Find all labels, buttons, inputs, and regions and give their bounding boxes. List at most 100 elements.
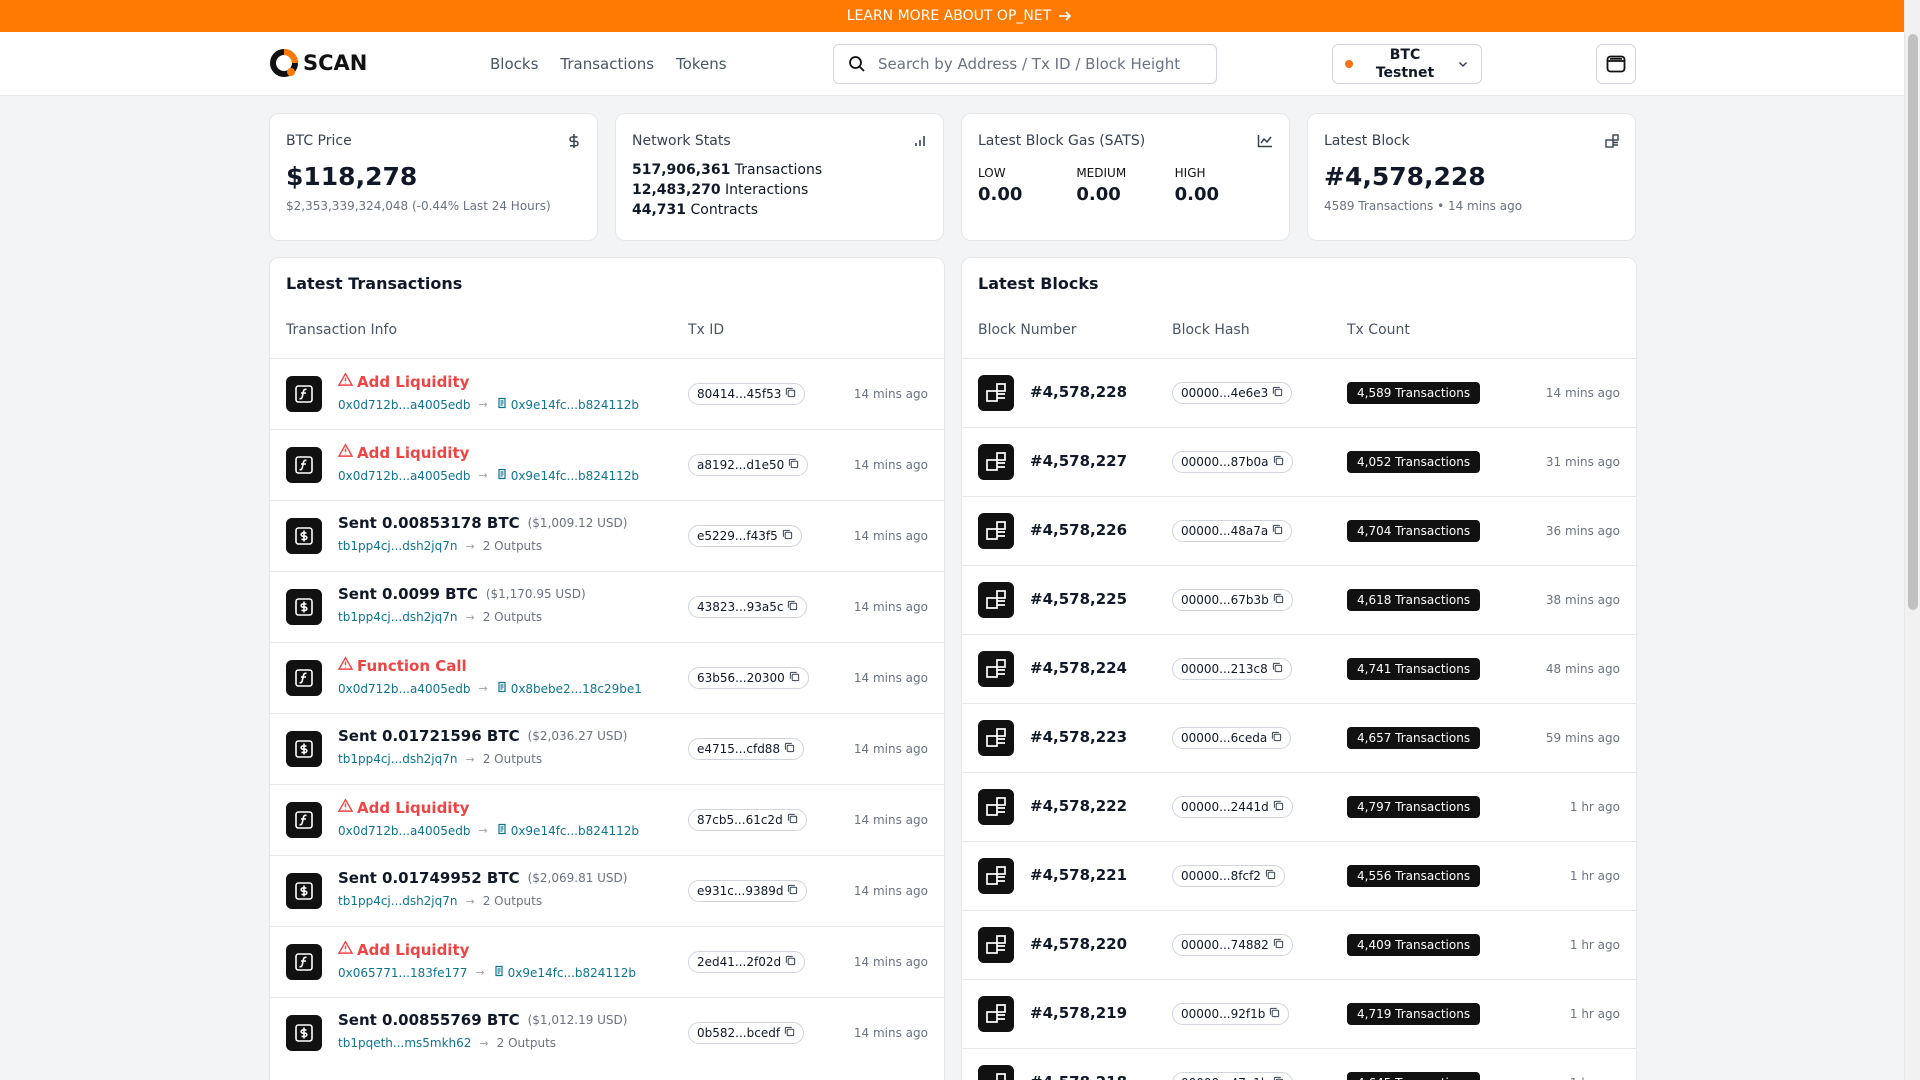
tx-from-address[interactable]: tb1pp4cj...dsh2jq7n: [338, 894, 458, 908]
logo[interactable]: SCAN: [269, 48, 367, 78]
tx-count-badge[interactable]: 4,556 Transactions: [1347, 865, 1481, 887]
block-hash-pill[interactable]: 00000...213c8: [1172, 658, 1292, 680]
tx-to-address[interactable]: 0x9e14fc...b824112b: [511, 398, 639, 412]
tx-title[interactable]: Add Liquidity: [337, 443, 469, 462]
copy-icon[interactable]: [1272, 386, 1283, 400]
tx-title-text[interactable]: Add Liquidity: [357, 799, 469, 817]
block-hash-pill[interactable]: 00000...92f1b: [1172, 1003, 1290, 1025]
tx-id-pill[interactable]: e4715...cfd88: [688, 738, 805, 760]
table-row[interactable]: #4,578,222 00000...2441d 4,797 Transaction…: [962, 772, 1636, 841]
copy-icon[interactable]: [784, 742, 795, 756]
table-row[interactable]: Add Liquidity 0x0d712b...a4005edb → 0x9e14f…: [270, 784, 944, 855]
tx-id[interactable]: 43823...93a5c: [697, 600, 783, 614]
block-number-link[interactable]: #4,578,220: [1030, 935, 1127, 953]
copy-icon[interactable]: [1273, 800, 1284, 814]
tx-title[interactable]: Sent 0.01749952 BTC ($2,069.81 USD): [338, 869, 627, 887]
copy-icon[interactable]: [1265, 869, 1276, 883]
tx-contract-link[interactable]: 0x9e14fc...b824112b: [496, 468, 639, 483]
promo-banner[interactable]: LEARN MORE ABOUT OP_NET: [0, 0, 1920, 32]
block-number-link[interactable]: #4,578,218: [1030, 1073, 1127, 1080]
table-row[interactable]: #4,578,219 00000...92f1b 4,719 Transaction…: [962, 979, 1636, 1048]
tx-title[interactable]: Sent 0.01721596 BTC ($2,036.27 USD): [338, 727, 627, 745]
tx-id[interactable]: a8192...d1e50: [697, 458, 784, 472]
tx-title[interactable]: Sent 0.0099 BTC ($1,170.95 USD): [338, 585, 586, 603]
table-row[interactable]: #4,578,223 00000...6ceda 4,657 Transaction…: [962, 703, 1636, 772]
wallet-button[interactable]: [1596, 44, 1636, 84]
tx-count-badge[interactable]: 4,645 Transactions: [1347, 1072, 1481, 1080]
copy-icon[interactable]: [1272, 662, 1283, 676]
block-number-link[interactable]: #4,578,222: [1030, 797, 1127, 815]
table-row[interactable]: Sent 0.00853178 BTC ($1,009.12 USD) tb1pp4…: [270, 500, 944, 571]
tx-title[interactable]: Function Call: [337, 656, 467, 675]
tx-title-text[interactable]: Sent 0.00855769 BTC: [338, 1011, 520, 1029]
tx-title-text[interactable]: Sent 0.01721596 BTC: [338, 727, 520, 745]
tx-title-text[interactable]: Add Liquidity: [357, 941, 469, 959]
tx-title[interactable]: Add Liquidity: [337, 372, 469, 391]
tx-count-badge[interactable]: 4,797 Transactions: [1347, 796, 1481, 818]
tx-from-address[interactable]: 0x0d712b...a4005edb: [338, 469, 470, 483]
tx-title[interactable]: Sent 0.00855769 BTC ($1,012.19 USD): [338, 1011, 627, 1029]
block-hash-pill[interactable]: 00000...6ceda: [1172, 727, 1292, 749]
tx-contract-link[interactable]: 0x9e14fc...b824112b: [496, 397, 639, 412]
promo-banner-text[interactable]: LEARN MORE ABOUT OP_NET: [847, 8, 1052, 24]
tx-title-text[interactable]: Sent 0.00853178 BTC: [338, 514, 520, 532]
tx-from-address[interactable]: 0x0d712b...a4005edb: [338, 398, 470, 412]
block-hash[interactable]: 00000...8fcf2: [1181, 869, 1261, 883]
tx-id-pill[interactable]: a8192...d1e50: [688, 454, 809, 476]
copy-icon[interactable]: [782, 529, 793, 543]
table-row[interactable]: #4,578,221 00000...8fcf2 4,556 Transaction…: [962, 841, 1636, 910]
block-hash-pill[interactable]: 00000...47e1b: [1172, 1072, 1293, 1080]
tx-id-pill[interactable]: 63b56...20300: [688, 667, 809, 689]
tx-from-address[interactable]: tb1pp4cj...dsh2jq7n: [338, 610, 458, 624]
tx-title-text[interactable]: Function Call: [357, 657, 467, 675]
tx-count-badge[interactable]: 4,618 Transactions: [1347, 589, 1481, 611]
block-hash-pill[interactable]: 00000...4e6e3: [1172, 382, 1293, 404]
table-row[interactable]: #4,578,224 00000...213c8 4,741 Transaction…: [962, 634, 1636, 703]
block-hash[interactable]: 00000...213c8: [1181, 662, 1268, 676]
copy-icon[interactable]: [1273, 455, 1284, 469]
tx-count-badge[interactable]: 4,704 Transactions: [1347, 520, 1481, 542]
tx-from-address[interactable]: 0x065771...183fe177: [338, 966, 467, 980]
tx-from-address[interactable]: tb1pqeth...ms5mkh62: [338, 1036, 471, 1050]
table-row[interactable]: #4,578,225 00000...67b3b 4,618 Transaction…: [962, 565, 1636, 634]
scrollbar-thumb[interactable]: [1908, 34, 1918, 610]
tx-title-text[interactable]: Sent 0.0099 BTC: [338, 585, 478, 603]
tx-id-pill[interactable]: e5229...f43f5: [688, 525, 802, 547]
table-row[interactable]: #4,578,228 00000...4e6e3 4,589 Transaction…: [962, 358, 1636, 427]
tx-to-address[interactable]: 0x8bebe2...18c29be1: [511, 682, 642, 696]
tx-id-pill[interactable]: 87cb5...61c2d: [688, 809, 807, 831]
table-row[interactable]: Sent 0.01721596 BTC ($2,036.27 USD) tb1pp4…: [270, 713, 944, 784]
tx-id[interactable]: 87cb5...61c2d: [697, 813, 783, 827]
copy-icon[interactable]: [1271, 731, 1282, 745]
block-hash[interactable]: 00000...2441d: [1181, 800, 1269, 814]
page-scrollbar[interactable]: [1904, 0, 1920, 1080]
latest-block-value[interactable]: #4,578,228: [1324, 162, 1619, 191]
tx-id[interactable]: 2ed41...2f02d: [697, 955, 781, 969]
block-hash-pill[interactable]: 00000...87b0a: [1172, 451, 1293, 473]
copy-icon[interactable]: [1273, 1076, 1284, 1080]
tx-to-address[interactable]: 0x9e14fc...b824112b: [511, 824, 639, 838]
block-number-link[interactable]: #4,578,225: [1030, 590, 1127, 608]
block-hash-pill[interactable]: 00000...74882: [1172, 934, 1293, 956]
block-hash[interactable]: 00000...92f1b: [1181, 1007, 1265, 1021]
copy-icon[interactable]: [1269, 1007, 1280, 1021]
block-hash-pill[interactable]: 00000...67b3b: [1172, 589, 1293, 611]
block-number-link[interactable]: #4,578,227: [1030, 452, 1127, 470]
block-hash-pill[interactable]: 00000...2441d: [1172, 796, 1293, 818]
tx-title[interactable]: Sent 0.00853178 BTC ($1,009.12 USD): [338, 514, 627, 532]
tx-to-address[interactable]: 0x9e14fc...b824112b: [508, 966, 636, 980]
tx-count-badge[interactable]: 4,719 Transactions: [1347, 1003, 1481, 1025]
tx-count-badge[interactable]: 4,741 Transactions: [1347, 658, 1481, 680]
tx-id[interactable]: e4715...cfd88: [697, 742, 780, 756]
tx-title-text[interactable]: Sent 0.01749952 BTC: [338, 869, 520, 887]
table-row[interactable]: Add Liquidity 0x065771...183fe177 → 0x9e14f…: [270, 926, 944, 997]
tx-title[interactable]: Add Liquidity: [337, 940, 469, 959]
copy-icon[interactable]: [785, 955, 796, 969]
tx-id-pill[interactable]: 0b582...bcedf: [688, 1022, 805, 1044]
network-selector[interactable]: BTC Testnet: [1332, 44, 1482, 84]
tx-id-pill[interactable]: e931c...9389d: [688, 880, 808, 902]
copy-icon[interactable]: [1273, 593, 1284, 607]
tx-title[interactable]: Add Liquidity: [337, 798, 469, 817]
block-number-link[interactable]: #4,578,219: [1030, 1004, 1127, 1022]
block-number-link[interactable]: #4,578,223: [1030, 728, 1127, 746]
